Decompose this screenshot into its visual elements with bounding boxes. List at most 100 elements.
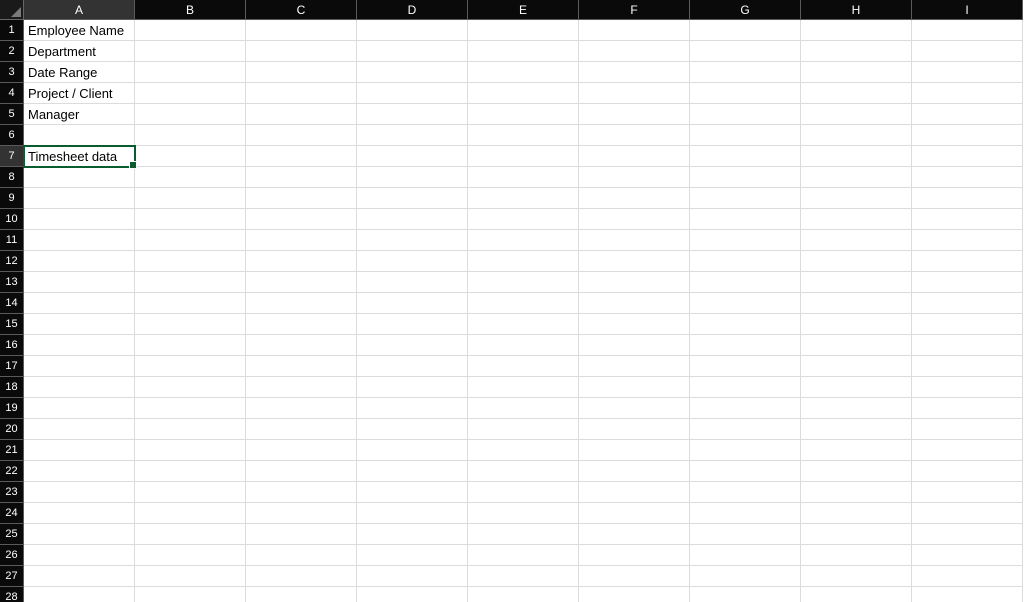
cell-C25[interactable] bbox=[246, 524, 357, 545]
cell-I4[interactable] bbox=[912, 83, 1023, 104]
cell-G22[interactable] bbox=[690, 461, 801, 482]
cell-A22[interactable] bbox=[24, 461, 135, 482]
cell-E13[interactable] bbox=[468, 272, 579, 293]
cell-D24[interactable] bbox=[357, 503, 468, 524]
cell-I28[interactable] bbox=[912, 587, 1023, 602]
cell-G12[interactable] bbox=[690, 251, 801, 272]
cell-H12[interactable] bbox=[801, 251, 912, 272]
cell-D27[interactable] bbox=[357, 566, 468, 587]
cell-B1[interactable] bbox=[135, 20, 246, 41]
row-header-20[interactable]: 20 bbox=[0, 419, 24, 440]
cell-C13[interactable] bbox=[246, 272, 357, 293]
cell-A16[interactable] bbox=[24, 335, 135, 356]
cell-B26[interactable] bbox=[135, 545, 246, 566]
cell-F24[interactable] bbox=[579, 503, 690, 524]
cell-C3[interactable] bbox=[246, 62, 357, 83]
row-header-17[interactable]: 17 bbox=[0, 356, 24, 377]
cell-D14[interactable] bbox=[357, 293, 468, 314]
cell-H21[interactable] bbox=[801, 440, 912, 461]
cell-A13[interactable] bbox=[24, 272, 135, 293]
cell-D10[interactable] bbox=[357, 209, 468, 230]
cell-F8[interactable] bbox=[579, 167, 690, 188]
cell-I6[interactable] bbox=[912, 125, 1023, 146]
cell-F23[interactable] bbox=[579, 482, 690, 503]
cell-H7[interactable] bbox=[801, 146, 912, 167]
cell-D9[interactable] bbox=[357, 188, 468, 209]
row-header-9[interactable]: 9 bbox=[0, 188, 24, 209]
cell-C21[interactable] bbox=[246, 440, 357, 461]
cell-I9[interactable] bbox=[912, 188, 1023, 209]
cell-C18[interactable] bbox=[246, 377, 357, 398]
cell-A28[interactable] bbox=[24, 587, 135, 602]
cell-B15[interactable] bbox=[135, 314, 246, 335]
cell-C14[interactable] bbox=[246, 293, 357, 314]
cell-E9[interactable] bbox=[468, 188, 579, 209]
cell-C4[interactable] bbox=[246, 83, 357, 104]
cell-A23[interactable] bbox=[24, 482, 135, 503]
cell-I18[interactable] bbox=[912, 377, 1023, 398]
cell-F11[interactable] bbox=[579, 230, 690, 251]
cell-E25[interactable] bbox=[468, 524, 579, 545]
cell-D15[interactable] bbox=[357, 314, 468, 335]
cell-G4[interactable] bbox=[690, 83, 801, 104]
cell-C9[interactable] bbox=[246, 188, 357, 209]
cell-I21[interactable] bbox=[912, 440, 1023, 461]
cell-A17[interactable] bbox=[24, 356, 135, 377]
cell-I27[interactable] bbox=[912, 566, 1023, 587]
row-header-1[interactable]: 1 bbox=[0, 20, 24, 41]
cell-F13[interactable] bbox=[579, 272, 690, 293]
row-header-18[interactable]: 18 bbox=[0, 377, 24, 398]
cell-C12[interactable] bbox=[246, 251, 357, 272]
cell-E22[interactable] bbox=[468, 461, 579, 482]
cell-G13[interactable] bbox=[690, 272, 801, 293]
cell-F9[interactable] bbox=[579, 188, 690, 209]
cell-D5[interactable] bbox=[357, 104, 468, 125]
row-header-3[interactable]: 3 bbox=[0, 62, 24, 83]
cell-E24[interactable] bbox=[468, 503, 579, 524]
row-header-22[interactable]: 22 bbox=[0, 461, 24, 482]
cell-F7[interactable] bbox=[579, 146, 690, 167]
cell-A11[interactable] bbox=[24, 230, 135, 251]
cell-A27[interactable] bbox=[24, 566, 135, 587]
cell-E4[interactable] bbox=[468, 83, 579, 104]
cell-E23[interactable] bbox=[468, 482, 579, 503]
cell-F15[interactable] bbox=[579, 314, 690, 335]
cell-H11[interactable] bbox=[801, 230, 912, 251]
cell-H25[interactable] bbox=[801, 524, 912, 545]
cell-A14[interactable] bbox=[24, 293, 135, 314]
cell-G8[interactable] bbox=[690, 167, 801, 188]
cell-E27[interactable] bbox=[468, 566, 579, 587]
row-header-28[interactable]: 28 bbox=[0, 587, 24, 602]
cell-D28[interactable] bbox=[357, 587, 468, 602]
cell-E19[interactable] bbox=[468, 398, 579, 419]
row-header-7[interactable]: 7 bbox=[0, 146, 24, 167]
cell-B18[interactable] bbox=[135, 377, 246, 398]
row-header-26[interactable]: 26 bbox=[0, 545, 24, 566]
cell-A8[interactable] bbox=[24, 167, 135, 188]
cell-H27[interactable] bbox=[801, 566, 912, 587]
cell-A12[interactable] bbox=[24, 251, 135, 272]
col-header-D[interactable]: D bbox=[357, 0, 468, 20]
cell-I24[interactable] bbox=[912, 503, 1023, 524]
cell-B3[interactable] bbox=[135, 62, 246, 83]
cell-D6[interactable] bbox=[357, 125, 468, 146]
cell-I3[interactable] bbox=[912, 62, 1023, 83]
cell-I12[interactable] bbox=[912, 251, 1023, 272]
cell-G5[interactable] bbox=[690, 104, 801, 125]
cell-E16[interactable] bbox=[468, 335, 579, 356]
cell-E1[interactable] bbox=[468, 20, 579, 41]
cell-A5[interactable]: Manager bbox=[24, 104, 135, 125]
cell-D7[interactable] bbox=[357, 146, 468, 167]
cell-B20[interactable] bbox=[135, 419, 246, 440]
cell-C22[interactable] bbox=[246, 461, 357, 482]
cell-C26[interactable] bbox=[246, 545, 357, 566]
cell-E2[interactable] bbox=[468, 41, 579, 62]
cell-B4[interactable] bbox=[135, 83, 246, 104]
cell-C24[interactable] bbox=[246, 503, 357, 524]
cell-H3[interactable] bbox=[801, 62, 912, 83]
cell-B13[interactable] bbox=[135, 272, 246, 293]
col-header-G[interactable]: G bbox=[690, 0, 801, 20]
row-header-15[interactable]: 15 bbox=[0, 314, 24, 335]
cell-D26[interactable] bbox=[357, 545, 468, 566]
cell-A9[interactable] bbox=[24, 188, 135, 209]
